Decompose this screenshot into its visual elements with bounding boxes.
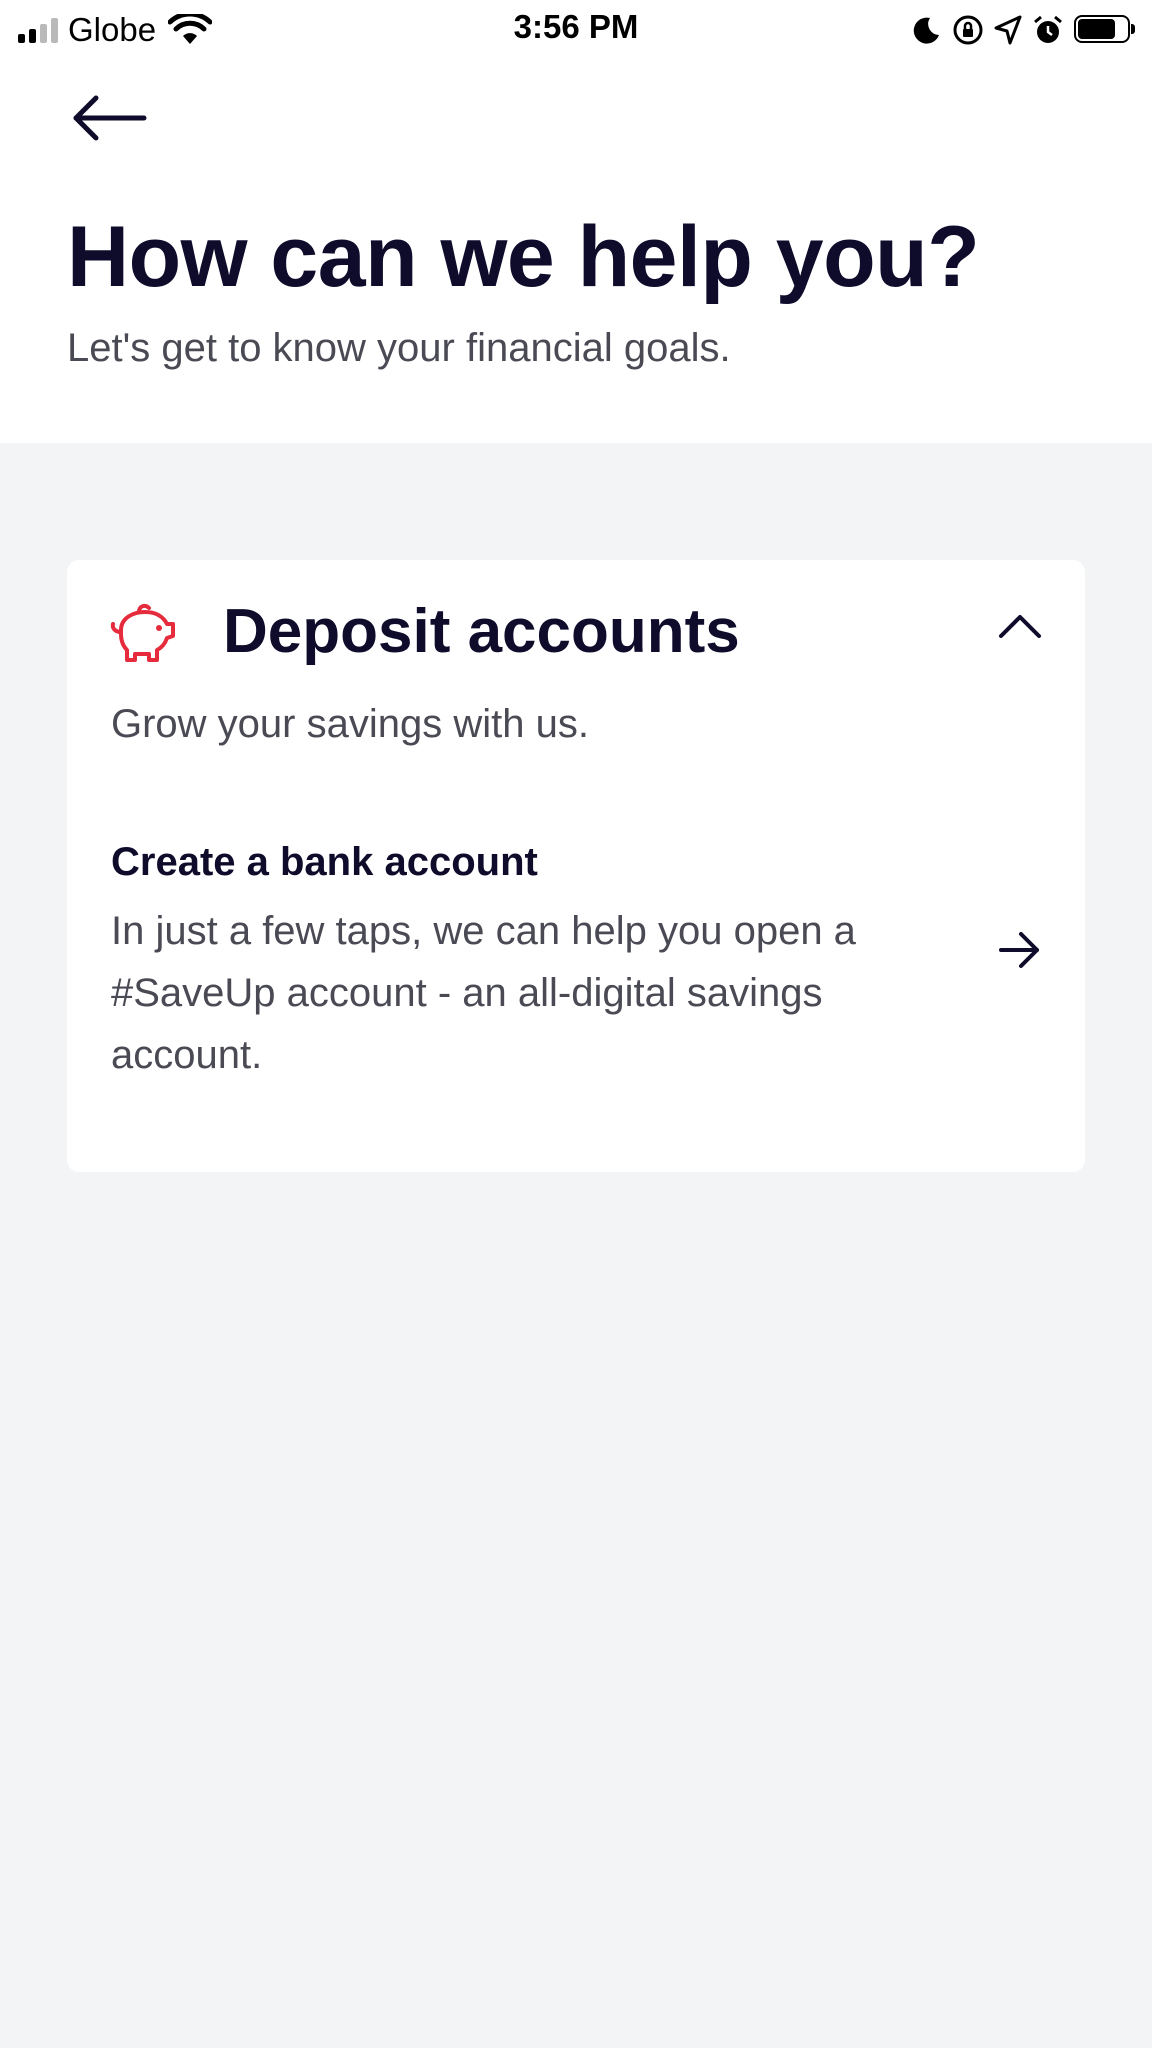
card-subtitle: Grow your savings with us.	[111, 702, 589, 746]
page-header: How can we help you? Let's get to know y…	[0, 58, 1152, 443]
option-description: In just a few taps, we can help you open…	[111, 909, 856, 1077]
status-bar: Globe 3:56 PM	[0, 0, 1152, 58]
arrow-right-icon	[999, 932, 1039, 968]
moon-icon	[913, 17, 939, 44]
status-right	[912, 10, 1138, 50]
option-title: Create a bank account	[111, 840, 538, 884]
battery-icon	[1074, 15, 1138, 45]
alarm-icon	[1034, 15, 1062, 43]
rotation-lock-icon	[953, 15, 983, 45]
create-bank-account-option[interactable]: Create a bank account In just a few taps…	[67, 840, 1085, 1170]
deposit-accounts-toggle[interactable]: Deposit accounts	[67, 560, 1085, 710]
card-title: Deposit accounts	[223, 597, 740, 666]
page-subtitle: Let's get to know your financial goals.	[67, 326, 731, 370]
location-icon	[994, 15, 1022, 45]
back-button[interactable]	[68, 88, 158, 148]
page-title: How can we help you?	[67, 209, 980, 305]
deposit-accounts-card: Deposit accounts Grow your savings with …	[67, 560, 1085, 1172]
piggy-bank-icon	[110, 603, 175, 662]
chevron-up-icon	[999, 615, 1041, 638]
arrow-left-icon	[73, 95, 147, 141]
